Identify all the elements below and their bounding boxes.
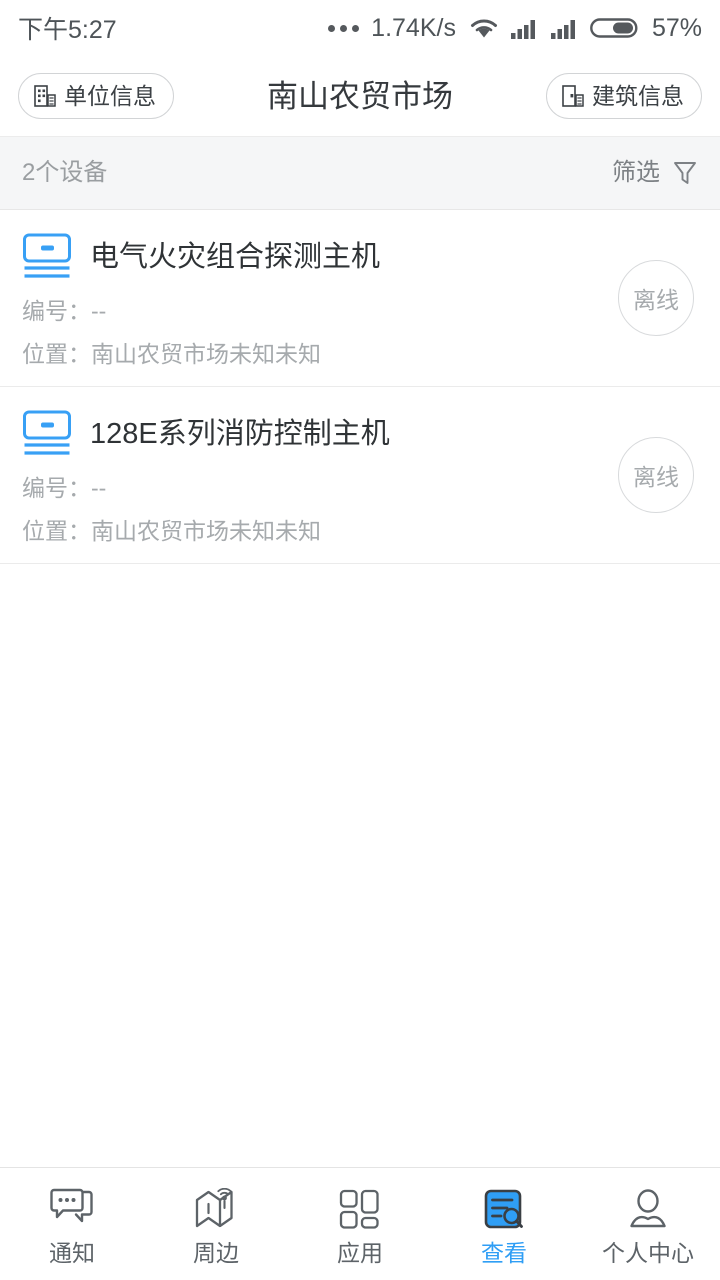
device-location: 位置：南山农贸市场未知未知	[22, 341, 321, 367]
status-badge: 离线	[618, 437, 694, 513]
device-name: 电气火灾组合探测主机	[90, 240, 381, 273]
device-header-row: 128E系列消防控制主机	[22, 409, 698, 459]
chat-bubbles-icon	[49, 1187, 95, 1233]
wifi-icon	[468, 15, 500, 41]
device-code: 编号：--	[22, 298, 107, 324]
device-count-label: 2个设备	[22, 159, 108, 186]
battery-percent: 57%	[651, 13, 702, 42]
nav-label-nearby: 周边	[193, 1240, 239, 1266]
filter-bar: 2个设备 筛选	[0, 136, 720, 210]
nav-item-apps[interactable]: 应用	[288, 1168, 432, 1280]
map-radar-icon	[193, 1187, 239, 1233]
device-card[interactable]: 128E系列消防控制主机 编号：-- 位置：南山农贸市场未知未知 离线	[0, 387, 720, 564]
device-card[interactable]: 电气火灾组合探测主机 编号：-- 位置：南山农贸市场未知未知 离线	[0, 210, 720, 387]
filter-label: 筛选	[612, 159, 660, 186]
nav-item-notifications[interactable]: 通知	[0, 1168, 144, 1280]
building-icon	[561, 83, 585, 109]
nav-item-view[interactable]: 查看	[432, 1168, 576, 1280]
nav-item-nearby[interactable]: 周边	[144, 1168, 288, 1280]
funnel-icon	[672, 159, 698, 187]
device-header-row: 电气火灾组合探测主机	[22, 232, 698, 282]
cellular-signal-icon	[550, 15, 580, 41]
app-header: 单位信息 南山农贸市场 建筑信息	[0, 56, 720, 136]
building-info-label: 建筑信息	[592, 82, 684, 109]
status-badge: 离线	[618, 260, 694, 336]
building-info-button[interactable]: 建筑信息	[546, 73, 702, 119]
more-dots-icon	[328, 24, 360, 32]
app-screen: 下午5:27 1.74K/s 57% 单位信息 南山农贸市场 建筑信息 2个设备…	[0, 0, 720, 1280]
status-bar: 下午5:27 1.74K/s 57%	[0, 0, 720, 56]
cellular-signal-icon	[510, 15, 540, 41]
device-host-icon	[22, 232, 76, 282]
status-time: 下午5:27	[18, 16, 117, 44]
device-list: 电气火灾组合探测主机 编号：-- 位置：南山农贸市场未知未知 离线 128E系列…	[0, 210, 720, 1167]
person-icon	[625, 1187, 671, 1233]
grid-apps-icon	[338, 1187, 382, 1233]
device-name: 128E系列消防控制主机	[90, 417, 390, 450]
document-search-icon	[481, 1187, 527, 1233]
nav-label-apps: 应用	[337, 1240, 383, 1266]
device-code: 编号：--	[22, 475, 107, 501]
nav-label-view: 查看	[481, 1240, 527, 1266]
status-indicators: 1.74K/s 57%	[328, 14, 702, 43]
nav-label-notifications: 通知	[49, 1240, 95, 1266]
unit-info-label: 单位信息	[64, 82, 156, 109]
unit-info-button[interactable]: 单位信息	[18, 73, 174, 119]
network-speed: 1.74K/s	[371, 13, 456, 42]
device-host-icon	[22, 409, 76, 459]
building-icon	[33, 83, 57, 109]
nav-item-profile[interactable]: 个人中心	[576, 1168, 720, 1280]
device-location: 位置：南山农贸市场未知未知	[22, 518, 321, 544]
bottom-navigation: 通知 周边 应用 查看 个人中心	[0, 1167, 720, 1280]
battery-icon	[590, 15, 638, 41]
nav-label-profile: 个人中心	[602, 1240, 694, 1266]
filter-button[interactable]: 筛选	[612, 159, 698, 187]
